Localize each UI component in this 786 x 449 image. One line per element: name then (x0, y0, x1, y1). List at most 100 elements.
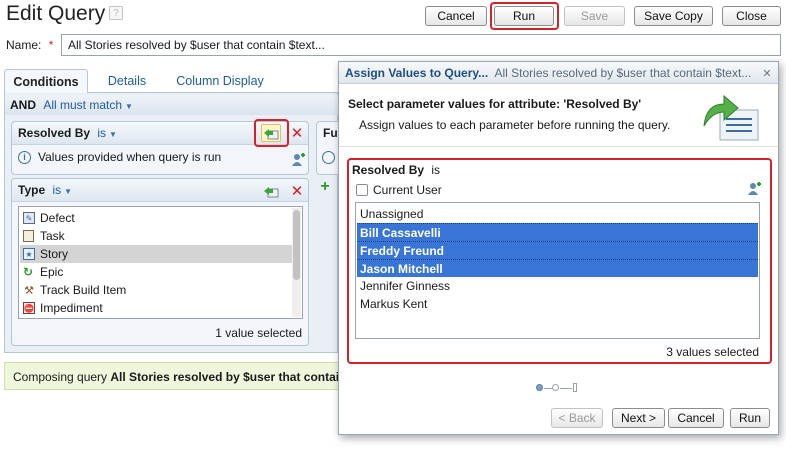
user-value-list[interactable]: Unassigned Bill Cassavelli Freddy Freund… (355, 202, 760, 339)
list-item-label: Epic (40, 265, 64, 279)
dialog-description: Assign values to each parameter before r… (359, 118, 671, 132)
parameter-title: Resolved By is (352, 163, 440, 177)
save-copy-button[interactable]: Save Copy (634, 6, 713, 26)
list-item[interactable]: ⚒ Track Build Item (20, 281, 301, 299)
list-item[interactable]: Jason Mitchell (357, 259, 758, 277)
and-group-header: AND All must match ▼ (5, 95, 338, 115)
resolved-by-note-text: Values provided when query is run (38, 150, 222, 164)
type-operator: is (52, 183, 62, 197)
epic-icon: ↻ (23, 265, 34, 279)
group-mode-dropdown[interactable]: All must match ▼ (43, 98, 133, 112)
close-button[interactable]: Close (722, 6, 781, 26)
current-user-option[interactable]: Current User (356, 183, 442, 197)
name-label: Name: * (6, 38, 53, 52)
list-item[interactable]: Task (20, 227, 301, 245)
question-icon[interactable]: ? (109, 6, 123, 20)
parameter-attribute: Resolved By (352, 163, 425, 177)
page-title: Edit Query (6, 2, 106, 25)
parameter-toggle-icon[interactable] (261, 124, 281, 142)
list-scrollbar[interactable] (292, 208, 301, 317)
list-item-label: Track Build Item (40, 283, 127, 297)
add-user-icon[interactable] (290, 152, 306, 168)
remove-condition-icon[interactable]: ✕ (290, 183, 304, 200)
next-button[interactable]: Next > (612, 408, 665, 428)
parameter-operator: is (431, 163, 441, 177)
name-field[interactable]: All Stories resolved by $user that conta… (61, 34, 781, 56)
dialog-subtitle: All Stories resolved by $user that conta… (494, 66, 752, 80)
chevron-down-icon: ▼ (109, 130, 117, 139)
add-user-icon[interactable] (746, 181, 762, 197)
task-icon (23, 230, 34, 242)
dialog-run-button[interactable]: Run (730, 408, 770, 428)
info-icon (322, 151, 335, 164)
clipped-condition-title: Fu (323, 126, 338, 140)
resolved-by-attribute: Resolved By (18, 126, 91, 140)
chevron-down-icon: ▼ (64, 187, 73, 196)
tab-column-display[interactable]: Column Display (170, 69, 270, 93)
resolved-by-operator: is (97, 126, 107, 140)
status-prefix: Composing query (13, 370, 111, 384)
dialog-divider (339, 146, 778, 147)
list-item[interactable]: Bill Cassavelli (357, 223, 758, 241)
current-user-label: Current User (373, 183, 442, 197)
type-attribute: Type (18, 183, 46, 197)
type-selected-count: 1 value selected (215, 326, 302, 340)
dialog-cancel-button[interactable]: Cancel (668, 408, 724, 428)
list-item-label: Defect (40, 211, 75, 225)
page-indicator (536, 383, 580, 393)
chevron-down-icon: ▼ (125, 102, 133, 111)
type-operator-dropdown[interactable]: is ▼ (52, 183, 72, 197)
type-title: Type is ▼ (18, 183, 72, 197)
save-button[interactable]: Save (564, 6, 625, 26)
back-button[interactable]: < Back (551, 408, 603, 428)
page-connector (560, 388, 572, 389)
type-value-list[interactable]: ✎ Defect Task ★ Story ↻ Epic ⚒ Track Bui… (18, 206, 303, 319)
page-dot[interactable] (552, 384, 559, 391)
resolved-by-operator-dropdown[interactable]: is ▼ (97, 126, 117, 140)
list-item[interactable]: Markus Kent (357, 295, 758, 313)
group-mode-label: All must match (43, 98, 123, 112)
status-bar: Composing query All Stories resolved by … (4, 362, 338, 390)
cancel-button[interactable]: Cancel (425, 6, 487, 26)
resolved-by-note: i Values provided when query is run (18, 150, 221, 164)
info-icon: i (18, 150, 31, 164)
list-item[interactable]: Jennifer Ginness (357, 277, 758, 295)
close-icon[interactable]: ✕ (761, 67, 773, 80)
page-connector (544, 388, 552, 389)
dialog-selected-count: 3 values selected (666, 345, 759, 359)
dialog-title-bar[interactable]: Assign Values to Query... All Stories re… (339, 62, 778, 84)
list-item[interactable]: ⛔ Impediment (20, 299, 301, 317)
clipped-condition-panel: Fu (316, 121, 340, 175)
list-item[interactable]: Freddy Freund (357, 241, 758, 259)
parameter-toggle-icon[interactable] (263, 184, 279, 198)
type-condition: Type is ▼ ✕ ✎ Defect Task ★ Story ↻ Epic … (11, 178, 309, 346)
list-item[interactable]: Unassigned (357, 205, 758, 223)
track-build-item-icon: ⚒ (24, 284, 34, 297)
defect-icon: ✎ (23, 212, 35, 224)
assign-values-illustration-icon (700, 92, 762, 142)
add-condition-icon[interactable]: + (318, 178, 332, 195)
list-item-label: Task (40, 229, 65, 243)
story-icon: ★ (23, 248, 35, 260)
run-button[interactable]: Run (494, 6, 554, 26)
current-user-checkbox[interactable] (356, 184, 368, 196)
required-marker: * (48, 38, 54, 52)
page-end-marker[interactable] (573, 383, 577, 392)
tab-conditions[interactable]: Conditions (4, 69, 88, 93)
list-item-label: Story (40, 247, 69, 261)
page-dot-active[interactable] (536, 384, 543, 391)
name-label-text: Name: (6, 38, 42, 52)
status-query-name: All Stories resolved by $user that conta… (110, 370, 338, 384)
assign-values-dialog: Assign Values to Query... All Stories re… (338, 61, 779, 435)
list-item[interactable]: ✎ Defect (20, 209, 301, 227)
list-item[interactable]: ★ Story (20, 245, 301, 263)
tab-details[interactable]: Details (98, 69, 156, 93)
resolved-by-title: Resolved By is ▼ (18, 126, 117, 140)
list-item-label: Impediment (40, 301, 103, 315)
impediment-icon: ⛔ (23, 302, 35, 314)
dialog-title: Assign Values to Query... (345, 66, 489, 80)
remove-condition-icon[interactable]: ✕ (290, 125, 304, 142)
dialog-heading: Select parameter values for attribute: '… (348, 97, 642, 111)
scrollbar-thumb[interactable] (293, 210, 300, 280)
list-item[interactable]: ↻ Epic (20, 263, 301, 281)
